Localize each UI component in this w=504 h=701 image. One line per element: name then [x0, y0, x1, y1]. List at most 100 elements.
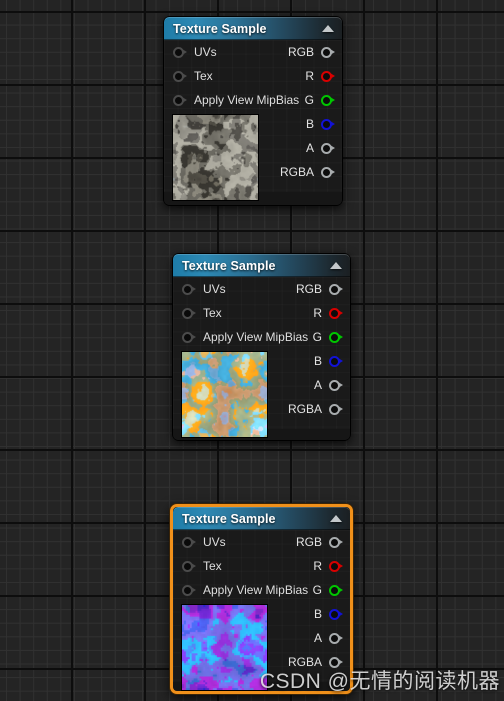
output-pin-rgba[interactable]: RGBA [288, 650, 343, 674]
output-pin-r[interactable]: R [305, 64, 335, 88]
output-pin-icon[interactable] [329, 403, 343, 416]
input-pin-label: Tex [194, 69, 213, 83]
triangle-up-icon[interactable] [328, 511, 344, 527]
output-pin-label: G [312, 330, 322, 344]
output-pin-icon[interactable] [329, 608, 343, 621]
output-pin-b[interactable]: B [314, 602, 343, 626]
pin-row: Apply View MipBias G [173, 325, 350, 349]
output-pin-r[interactable]: R [313, 301, 343, 325]
material-graph-canvas[interactable]: Texture Sample UVs RGB Tex R Apply View MipBi… [0, 0, 504, 701]
output-pin-a[interactable]: A [306, 136, 335, 160]
pin-arrow-icon [338, 610, 343, 617]
input-pin-apply-view-mipbias[interactable]: Apply View MipBias [164, 93, 299, 107]
input-pin-icon[interactable] [182, 307, 196, 320]
pin-arrow-icon [338, 285, 343, 292]
node-header[interactable]: Texture Sample [164, 17, 342, 40]
output-pin-icon[interactable] [321, 46, 335, 59]
input-pin-icon[interactable] [182, 283, 196, 296]
output-pin-icon[interactable] [329, 355, 343, 368]
input-pin-icon[interactable] [182, 536, 196, 549]
output-pin-a[interactable]: A [313, 373, 343, 397]
output-pin-b[interactable]: B [306, 112, 335, 136]
output-pin-icon[interactable] [329, 331, 343, 344]
texture-thumbnail[interactable] [181, 351, 268, 438]
output-pin-icon[interactable] [329, 632, 343, 645]
triangle-up-glyph [330, 515, 342, 522]
output-pin-rgb[interactable]: RGB [295, 277, 343, 301]
output-pin-label: RGBA [279, 165, 314, 179]
output-pin-label: G [304, 93, 314, 107]
output-pin-rgb[interactable]: RGB [288, 40, 335, 64]
pin-arrow-icon [191, 333, 196, 340]
node-header[interactable]: Texture Sample [173, 507, 350, 530]
output-pin-icon[interactable] [321, 142, 335, 155]
pin-arrow-icon [338, 309, 343, 316]
node-title: Texture Sample [182, 511, 276, 526]
output-pin-a[interactable]: A [314, 626, 343, 650]
pin-arrow-icon [338, 538, 343, 545]
input-pin-apply-view-mipbias[interactable]: Apply View MipBias [173, 330, 308, 344]
input-pin-label: Tex [203, 559, 222, 573]
output-pin-icon[interactable] [321, 94, 335, 107]
input-pin-icon[interactable] [182, 331, 196, 344]
output-pin-label: R [305, 69, 314, 83]
triangle-up-icon[interactable] [328, 258, 344, 274]
output-pin-icon[interactable] [329, 560, 343, 573]
triangle-up-icon[interactable] [320, 21, 336, 37]
output-pin-b[interactable]: B [314, 349, 343, 373]
pin-arrow-icon [191, 309, 196, 316]
input-pin-tex[interactable]: Tex [173, 559, 222, 573]
output-pin-rgba[interactable]: RGBA [279, 160, 335, 184]
input-pin-uvs[interactable]: UVs [173, 282, 226, 296]
triangle-up-glyph [330, 262, 342, 269]
input-pin-tex[interactable]: Tex [173, 306, 222, 320]
output-pin-icon[interactable] [321, 70, 335, 83]
output-pin-icon[interactable] [329, 584, 343, 597]
graph-node-texture-sample[interactable]: Texture Sample UVs RGB Tex R Apply View MipBi… [172, 253, 351, 441]
output-pin-r[interactable]: R [313, 554, 343, 578]
output-pin-icon[interactable] [329, 379, 343, 392]
texture-thumbnail[interactable] [172, 114, 259, 201]
input-pin-icon[interactable] [173, 46, 187, 59]
pin-row: Tex R [173, 554, 350, 578]
output-pin-g[interactable]: G [304, 88, 335, 112]
output-pin-icon[interactable] [329, 307, 343, 320]
input-pin-icon[interactable] [173, 94, 187, 107]
blue-violet-noise-texture [182, 605, 267, 690]
pin-arrow-icon [338, 357, 343, 364]
triangle-up-glyph [322, 25, 334, 32]
input-pin-label: Apply View MipBias [203, 583, 309, 597]
pin-arrow-icon [330, 120, 335, 127]
input-pin-icon[interactable] [173, 70, 187, 83]
output-pin-rgba[interactable]: RGBA [287, 397, 343, 421]
output-pin-label: A [313, 378, 322, 392]
output-pin-label: RGB [295, 282, 322, 296]
pin-arrow-icon [330, 96, 335, 103]
output-pin-icon[interactable] [329, 656, 343, 669]
input-pin-uvs[interactable]: UVs [173, 535, 226, 549]
texture-thumbnail[interactable] [181, 604, 268, 691]
node-header[interactable]: Texture Sample [173, 254, 350, 277]
output-pin-icon[interactable] [321, 118, 335, 131]
graph-node-texture-sample[interactable]: Texture Sample UVs RGB Tex R Apply View MipBi… [170, 504, 353, 694]
input-pin-label: UVs [203, 535, 226, 549]
output-pin-icon[interactable] [329, 283, 343, 296]
input-pin-icon[interactable] [182, 560, 196, 573]
output-pin-icon[interactable] [321, 166, 335, 179]
graph-node-texture-sample[interactable]: Texture Sample UVs RGB Tex R Apply View MipBi… [163, 16, 343, 206]
input-pin-apply-view-mipbias[interactable]: Apply View MipBias [173, 583, 308, 597]
output-pin-rgb[interactable]: RGB [296, 530, 343, 554]
input-pin-tex[interactable]: Tex [164, 69, 213, 83]
pin-arrow-icon [191, 586, 196, 593]
pin-arrow-icon [330, 72, 335, 79]
output-pin-label: RGBA [287, 402, 322, 416]
pin-arrow-icon [338, 586, 343, 593]
node-title: Texture Sample [173, 21, 267, 36]
input-pin-icon[interactable] [182, 584, 196, 597]
output-pin-g[interactable]: G [313, 578, 343, 602]
output-pin-icon[interactable] [329, 536, 343, 549]
pin-arrow-icon [191, 562, 196, 569]
input-pin-label: Apply View MipBias [194, 93, 300, 107]
output-pin-g[interactable]: G [312, 325, 343, 349]
input-pin-uvs[interactable]: UVs [164, 45, 217, 59]
